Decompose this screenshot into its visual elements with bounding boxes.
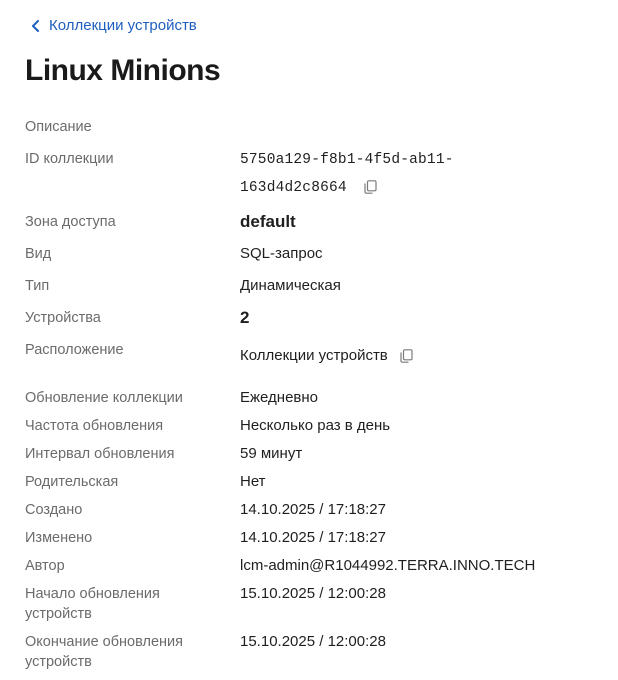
- collection-id-line2: 163d4d2c8664: [240, 180, 347, 196]
- field-label: Изменено: [25, 530, 93, 546]
- field-label-line2: устройств: [25, 606, 92, 622]
- field-label: Описание: [25, 119, 92, 135]
- field-label-line1: Начало обновления: [25, 586, 160, 602]
- field-label-line2: устройств: [25, 654, 92, 670]
- field-value: SQL-запрос: [240, 245, 323, 262]
- copy-icon[interactable]: [364, 180, 377, 194]
- field-value: 14.10.2025 / 17:18:27: [240, 501, 386, 518]
- field-label: Автор: [25, 558, 65, 574]
- field-label: Обновление коллекции: [25, 390, 183, 406]
- field-label: Родительская: [25, 474, 119, 490]
- field-value: default: [240, 212, 296, 231]
- collection-id-value: 5750a129-f8b1-4f5d-ab11- 163d4d2c8664: [240, 146, 600, 202]
- field-label: ID коллекции: [25, 151, 114, 167]
- field-value: Динамическая: [240, 277, 341, 294]
- field-value: 2: [240, 308, 250, 327]
- field-value: Несколько раз в день: [240, 417, 391, 434]
- field-value: 15.10.2025 / 12:00:28: [240, 585, 386, 602]
- location-value: Коллекции устройств: [240, 346, 600, 366]
- field-label: Интервал обновления: [25, 446, 175, 462]
- field-value: Коллекции устройств: [240, 347, 388, 364]
- copy-icon[interactable]: [400, 349, 413, 363]
- field-label: Устройства: [25, 310, 101, 326]
- field-value: 15.10.2025 / 12:00:28: [240, 633, 386, 650]
- field-label: Тип: [25, 278, 50, 294]
- field-label: Частота обновления: [25, 418, 164, 434]
- field-label: Окончание обновления устройств: [25, 632, 215, 672]
- page-title: Linux Minions: [25, 54, 221, 87]
- field-label: Вид: [25, 246, 52, 262]
- field-label: Расположение: [25, 342, 124, 358]
- chevron-left-icon: [32, 19, 39, 32]
- field-value: Ежедневно: [240, 389, 319, 406]
- field-value: Нет: [240, 473, 266, 490]
- field-value: lcm-admin@R1044992.TERRA.INNO.TECH: [240, 557, 536, 574]
- back-link[interactable]: Коллекции устройств: [31, 17, 197, 34]
- field-value: 59 минут: [240, 445, 303, 462]
- field-label: Зона доступа: [25, 214, 116, 230]
- field-value: 14.10.2025 / 17:18:27: [240, 529, 386, 546]
- back-link-label: Коллекции устройств: [49, 17, 197, 34]
- collection-id-line1: 5750a129-f8b1-4f5d-ab11-: [240, 152, 454, 168]
- field-label: Начало обновления устройств: [25, 584, 215, 624]
- field-label-line1: Окончание обновления: [25, 634, 183, 650]
- field-label: Создано: [25, 502, 83, 518]
